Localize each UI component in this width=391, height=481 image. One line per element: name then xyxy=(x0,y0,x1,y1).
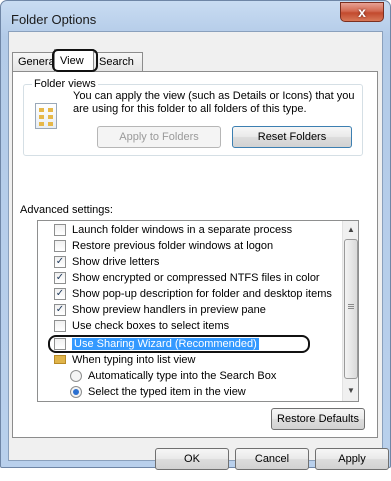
restore-defaults-button[interactable]: Restore Defaults xyxy=(271,408,365,430)
list-item[interactable]: Automatically type into the Search Box xyxy=(70,369,276,382)
list-item-label: Show pop-up description for folder and d… xyxy=(72,287,332,300)
close-button[interactable]: x xyxy=(340,2,384,22)
list-item-label: Select the typed item in the view xyxy=(88,385,246,398)
vertical-scrollbar[interactable]: ▲ ▼ xyxy=(342,221,358,401)
scroll-down-icon[interactable]: ▼ xyxy=(345,384,357,398)
folder-icon xyxy=(54,355,66,364)
checkbox[interactable]: ✓ xyxy=(54,287,66,300)
checkbox[interactable] xyxy=(54,319,66,332)
list-item[interactable]: Launch folder windows in a separate proc… xyxy=(54,223,292,236)
list-item[interactable]: ✓ Show encrypted or compressed NTFS file… xyxy=(54,271,320,284)
list-item[interactable]: Use check boxes to select items xyxy=(54,319,229,332)
view-tab-highlight-annotation xyxy=(52,49,98,72)
list-item-label: Launch folder windows in a separate proc… xyxy=(72,223,293,236)
folder-options-window: Folder Options x General View Search Fol… xyxy=(0,0,391,470)
window-title: Folder Options xyxy=(11,12,97,27)
folder-views-description: You can apply the view (such as Details … xyxy=(73,90,355,115)
list-item-label: Show encrypted or compressed NTFS files … xyxy=(72,271,320,284)
grip-icon xyxy=(348,304,354,305)
list-item-label: Show preview handlers in preview pane xyxy=(72,303,266,316)
list-item[interactable]: ✓ Show drive letters xyxy=(54,255,159,268)
radio-button[interactable] xyxy=(70,369,82,382)
tab-general[interactable]: General xyxy=(12,52,57,71)
apply-button[interactable]: Apply xyxy=(315,448,389,470)
list-item[interactable]: Restore previous folder windows at logon xyxy=(54,239,273,252)
list-item-label: Restore previous folder windows at logon xyxy=(72,239,274,252)
reset-folders-button[interactable]: Reset Folders xyxy=(232,126,352,148)
list-item-label: When typing into list view xyxy=(72,353,196,366)
checkbox[interactable]: ✓ xyxy=(54,303,66,316)
radio-button[interactable] xyxy=(70,385,82,398)
folder-views-group: Folder views You can apply the view (suc… xyxy=(23,78,363,156)
list-item-label: Use check boxes to select items xyxy=(72,319,230,332)
dialog-client-area: General View Search Folder views You can… xyxy=(8,31,389,470)
close-icon: x xyxy=(358,4,366,20)
checkbox[interactable]: ✓ xyxy=(54,271,66,284)
tab-search[interactable]: Search xyxy=(93,52,143,71)
list-item-label: Show drive letters xyxy=(72,255,160,268)
view-tab-panel: Folder views You can apply the view (suc… xyxy=(12,71,378,438)
folder-view-icon xyxy=(35,103,57,129)
list-item[interactable]: ✓ Show preview handlers in preview pane xyxy=(54,303,266,316)
ok-button[interactable]: OK xyxy=(155,448,229,470)
scroll-up-icon[interactable]: ▲ xyxy=(345,223,357,237)
checkbox[interactable] xyxy=(54,223,66,236)
checkbox[interactable]: ✓ xyxy=(54,255,66,268)
scrollbar-thumb[interactable] xyxy=(344,239,358,379)
folder-views-title: Folder views xyxy=(32,78,98,90)
list-item[interactable]: ✓ Show pop-up description for folder and… xyxy=(54,287,332,300)
cancel-button[interactable]: Cancel xyxy=(235,448,309,470)
advanced-settings-list[interactable]: Launch folder windows in a separate proc… xyxy=(37,220,359,402)
list-item-label: Automatically type into the Search Box xyxy=(88,369,277,382)
advanced-settings-label: Advanced settings: xyxy=(20,204,113,216)
list-group-header: When typing into list view xyxy=(54,353,196,366)
sharing-wizard-highlight-annotation xyxy=(48,335,310,353)
apply-to-folders-button[interactable]: Apply to Folders xyxy=(97,126,221,148)
checkbox[interactable] xyxy=(54,239,66,252)
list-item[interactable]: Select the typed item in the view xyxy=(70,385,246,398)
